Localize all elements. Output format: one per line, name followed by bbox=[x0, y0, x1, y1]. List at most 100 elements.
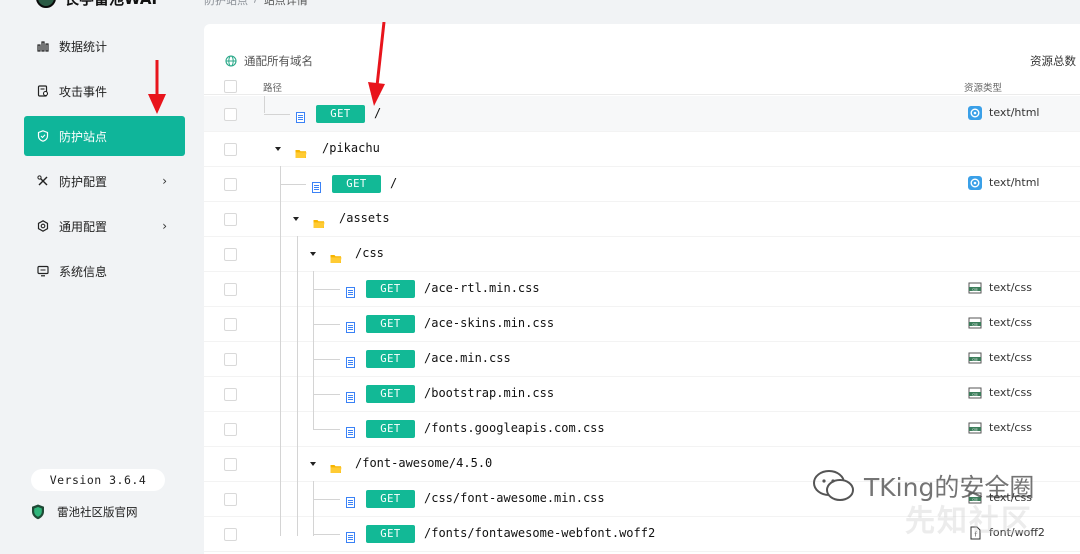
domain-filter-label: 通配所有域名 bbox=[244, 54, 313, 68]
tools-icon bbox=[37, 175, 49, 187]
row-checkbox[interactable] bbox=[224, 457, 237, 471]
row-divider bbox=[204, 551, 1080, 552]
tree-connector bbox=[313, 288, 340, 290]
http-method-badge: GET bbox=[366, 349, 415, 368]
community-link-label: 雷池社区版官网 bbox=[57, 505, 138, 519]
hexagon-gear-icon bbox=[37, 220, 49, 232]
resource-path: /bootstrap.min.css bbox=[424, 385, 555, 400]
svg-text:css: css bbox=[972, 357, 978, 361]
tree-connector bbox=[264, 113, 290, 115]
annotation-arrow-get-route bbox=[368, 22, 386, 106]
resource-path: /fonts.googleapis.com.css bbox=[424, 420, 605, 435]
folder-path: /css bbox=[355, 245, 384, 260]
file-icon bbox=[346, 493, 355, 508]
folder-path: /font-awesome/4.5.0 bbox=[355, 455, 493, 470]
watermark-secondary: 先知社区 bbox=[905, 504, 1033, 539]
css-icon: css bbox=[968, 422, 982, 433]
event-icon bbox=[37, 85, 49, 97]
resource-type-cell: css text/css bbox=[968, 316, 1032, 330]
http-method-badge: GET bbox=[332, 174, 381, 193]
breadcrumb: 防护站点 / 站点详情 bbox=[204, 0, 308, 8]
sidebar-item-label: 攻击事件 bbox=[59, 84, 108, 99]
sidebar-item-protected-sites[interactable]: 防护站点 bbox=[24, 116, 185, 156]
resource-type-cell: text/html bbox=[968, 105, 1040, 120]
sidebar-item-label: 通用配置 bbox=[59, 219, 108, 234]
resource-path: /ace-skins.min.css bbox=[424, 315, 555, 330]
caret-down-icon[interactable] bbox=[275, 146, 281, 151]
row-checkbox[interactable] bbox=[224, 317, 237, 331]
folder-open-icon bbox=[330, 249, 342, 263]
table-header-divider bbox=[204, 94, 1080, 95]
html-icon bbox=[968, 105, 982, 120]
sidebar-item-label: 防护配置 bbox=[59, 174, 108, 189]
row-checkbox[interactable] bbox=[224, 177, 237, 191]
resource-path: /ace.min.css bbox=[424, 350, 511, 365]
resource-type-label: text/css bbox=[989, 386, 1032, 399]
app-title: 长亭雷池WAF bbox=[64, 0, 162, 9]
sidebar-item-general-config[interactable]: 通用配置 › bbox=[24, 206, 185, 246]
bar-chart-icon bbox=[37, 40, 49, 52]
chevron-right-icon: › bbox=[162, 174, 167, 188]
caret-down-icon[interactable] bbox=[310, 461, 316, 466]
svg-text:css: css bbox=[972, 392, 978, 396]
row-checkbox[interactable] bbox=[224, 142, 237, 156]
http-method-badge: GET bbox=[366, 314, 415, 333]
row-checkbox[interactable] bbox=[224, 422, 237, 436]
row-checkbox[interactable] bbox=[224, 212, 237, 226]
file-icon bbox=[346, 528, 355, 543]
community-site-link[interactable]: 雷池社区版官网 bbox=[31, 504, 138, 520]
resource-type-cell: text/html bbox=[968, 175, 1039, 190]
tree-guide-line bbox=[313, 271, 314, 429]
resource-type-label: text/html bbox=[989, 106, 1040, 119]
row-checkbox[interactable] bbox=[224, 282, 237, 296]
css-icon: css bbox=[968, 387, 982, 398]
resource-total-label: 资源总数 bbox=[1030, 54, 1076, 68]
folder-open-icon bbox=[295, 144, 307, 158]
breadcrumb-current: 站点详情 bbox=[263, 0, 308, 7]
safeline-logo-icon bbox=[36, 0, 56, 8]
annotation-arrow-sidebar bbox=[148, 60, 166, 114]
select-all-checkbox[interactable] bbox=[224, 80, 237, 93]
folder-path: /pikachu bbox=[322, 140, 380, 155]
file-icon bbox=[312, 178, 321, 193]
chevron-right-icon: › bbox=[162, 219, 167, 233]
sidebar-item-system-info[interactable]: 系统信息 bbox=[24, 251, 185, 291]
http-method-badge: GET bbox=[316, 104, 365, 123]
tree-guide-line bbox=[313, 481, 314, 536]
file-icon bbox=[346, 423, 355, 438]
version-badge: Version 3.6.4 bbox=[31, 469, 165, 491]
row-checkbox[interactable] bbox=[224, 387, 237, 401]
tree-folder-row[interactable] bbox=[204, 201, 1080, 236]
domain-filter[interactable]: 通配所有域名 bbox=[225, 53, 313, 69]
tree-connector bbox=[280, 183, 306, 185]
resource-path: / bbox=[390, 175, 398, 190]
svg-text:css: css bbox=[972, 287, 978, 291]
file-icon bbox=[346, 318, 355, 333]
folder-open-icon bbox=[330, 459, 342, 473]
wechat-icon bbox=[813, 470, 854, 501]
caret-down-icon[interactable] bbox=[310, 251, 316, 256]
css-icon: css bbox=[968, 317, 982, 328]
row-checkbox[interactable] bbox=[224, 352, 237, 366]
caret-down-icon[interactable] bbox=[293, 216, 299, 221]
tree-connector bbox=[313, 358, 340, 360]
row-checkbox[interactable] bbox=[224, 107, 237, 121]
row-checkbox[interactable] bbox=[224, 527, 237, 541]
resource-path: /css/font-awesome.min.css bbox=[424, 490, 605, 505]
tree-connector bbox=[313, 393, 340, 395]
app-logo[interactable]: 长亭雷池WAF bbox=[36, 0, 162, 10]
column-header-resource-type: 资源类型 bbox=[964, 83, 1003, 94]
tree-connector bbox=[313, 498, 340, 500]
sidebar-item-protection-config[interactable]: 防护配置 › bbox=[24, 161, 185, 201]
breadcrumb-parent[interactable]: 防护站点 bbox=[204, 0, 248, 8]
file-icon bbox=[346, 353, 355, 368]
row-checkbox[interactable] bbox=[224, 492, 237, 506]
http-method-badge: GET bbox=[366, 524, 415, 543]
row-checkbox[interactable] bbox=[224, 247, 237, 261]
resource-path: /ace-rtl.min.css bbox=[424, 280, 540, 295]
sidebar-item-label: 数据统计 bbox=[59, 39, 108, 54]
resource-type-label: text/css bbox=[989, 316, 1032, 329]
resource-type-label: text/css bbox=[989, 351, 1032, 364]
sidebar-item-label: 系统信息 bbox=[59, 264, 108, 279]
resource-type-label: text/css bbox=[989, 421, 1032, 434]
